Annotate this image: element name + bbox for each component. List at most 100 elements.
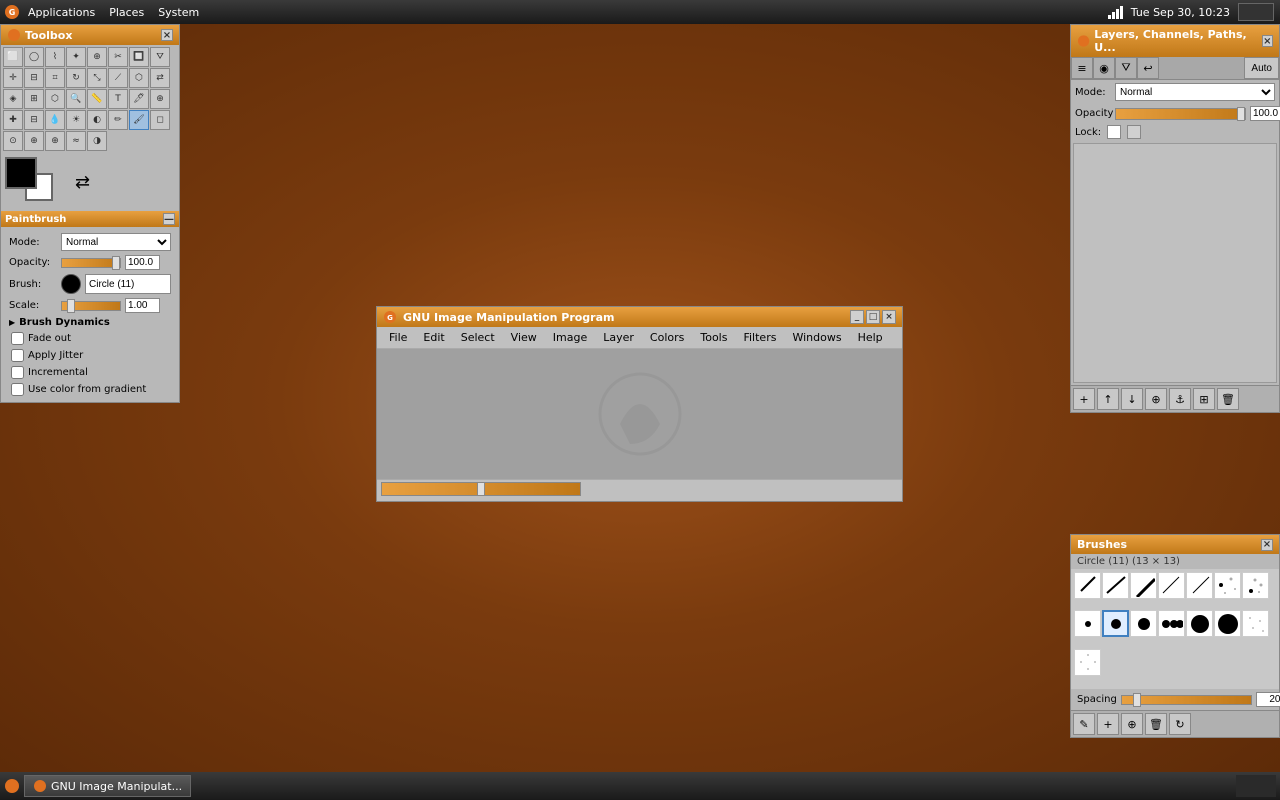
tool-transform[interactable]: ◈ bbox=[3, 89, 23, 109]
anchor-layer-button[interactable]: ⚓ bbox=[1169, 388, 1191, 410]
tool-paths[interactable]: ⛛ bbox=[150, 47, 170, 67]
tool-scale[interactable]: ⤡ bbox=[87, 68, 107, 88]
tool-desaturate[interactable]: ◐ bbox=[87, 110, 107, 130]
spacing-slider[interactable] bbox=[1121, 695, 1252, 705]
layers-opacity-input[interactable] bbox=[1250, 106, 1280, 121]
tool-magnify[interactable]: 🔍 bbox=[66, 89, 86, 109]
layers-opacity-slider[interactable] bbox=[1115, 108, 1246, 120]
incremental-checkbox[interactable] bbox=[11, 366, 24, 379]
tool-ink[interactable]: ✏ bbox=[108, 110, 128, 130]
tool-heal[interactable]: ✚ bbox=[3, 110, 23, 130]
brush-new-button[interactable]: + bbox=[1097, 713, 1119, 735]
minimize-button[interactable]: _ bbox=[850, 310, 864, 324]
tool-free-select[interactable]: ⌇ bbox=[45, 47, 65, 67]
scale-slider[interactable] bbox=[61, 301, 121, 311]
duplicate-layer-button[interactable]: ⊕ bbox=[1145, 388, 1167, 410]
tool-cage[interactable]: ⬡ bbox=[45, 89, 65, 109]
brush-edit-button[interactable]: ✎ bbox=[1073, 713, 1095, 735]
tool-smudge[interactable]: ≈ bbox=[66, 131, 86, 151]
brush-delete-button[interactable]: 🗑 bbox=[1145, 713, 1167, 735]
layers-panel-close[interactable]: × bbox=[1262, 35, 1273, 47]
menu-tools[interactable]: Tools bbox=[692, 329, 735, 346]
brush-refresh-button[interactable]: ↻ bbox=[1169, 713, 1191, 735]
tool-measure[interactable]: 📏 bbox=[87, 89, 107, 109]
tool-rect-select[interactable]: ⬜ bbox=[3, 47, 23, 67]
tool-crop[interactable]: ⌗ bbox=[45, 68, 65, 88]
tool-dodge2[interactable]: ◑ bbox=[87, 131, 107, 151]
gradient-checkbox[interactable] bbox=[11, 383, 24, 396]
tool-foreground-select[interactable]: 🔲 bbox=[129, 47, 149, 67]
lower-layer-button[interactable]: ↓ bbox=[1121, 388, 1143, 410]
menu-filters[interactable]: Filters bbox=[735, 329, 784, 346]
paintbrush-section-close[interactable]: — bbox=[163, 213, 175, 225]
brush-dot2[interactable] bbox=[1242, 572, 1269, 599]
close-button[interactable]: × bbox=[882, 310, 896, 324]
tab-undo-icon[interactable]: ↩ bbox=[1137, 57, 1159, 79]
zoom-slider[interactable] bbox=[381, 482, 581, 496]
tool-clone2[interactable]: ⊕ bbox=[24, 131, 44, 151]
brush-dynamics-toggle[interactable]: ▶ Brush Dynamics bbox=[5, 315, 175, 330]
brush-diag1[interactable] bbox=[1074, 572, 1101, 599]
lock-pixels-checkbox[interactable] bbox=[1107, 125, 1121, 139]
tool-align[interactable]: ⊟ bbox=[24, 68, 44, 88]
tool-perspective[interactable]: ⬡ bbox=[129, 68, 149, 88]
menu-edit[interactable]: Edit bbox=[415, 329, 452, 346]
tool-clone[interactable]: ⊕ bbox=[150, 89, 170, 109]
menu-file[interactable]: File bbox=[381, 329, 415, 346]
tool-move[interactable]: ✛ bbox=[3, 68, 23, 88]
new-layer-button[interactable]: + bbox=[1073, 388, 1095, 410]
tool-heal2[interactable]: ⊕ bbox=[45, 131, 65, 151]
brush-dot1[interactable] bbox=[1214, 572, 1241, 599]
menu-select[interactable]: Select bbox=[453, 329, 503, 346]
delete-layer-button[interactable]: 🗑 bbox=[1217, 388, 1239, 410]
tool-flip[interactable]: ⇄ bbox=[150, 68, 170, 88]
tool-scissors[interactable]: ✂ bbox=[108, 47, 128, 67]
opacity-input[interactable]: 100.0 bbox=[125, 255, 160, 270]
tool-color-select[interactable]: ⊕ bbox=[87, 47, 107, 67]
raise-layer-button[interactable]: ↑ bbox=[1097, 388, 1119, 410]
swap-colors[interactable]: ⇄ bbox=[75, 172, 90, 193]
spacing-input[interactable] bbox=[1256, 692, 1280, 707]
gimp-canvas[interactable] bbox=[377, 349, 902, 479]
mode-select[interactable]: Normal bbox=[61, 233, 171, 251]
foreground-color[interactable] bbox=[5, 157, 37, 189]
tool-warp[interactable]: ⊞ bbox=[24, 89, 44, 109]
brush-name-button[interactable]: Circle (11) bbox=[85, 274, 171, 294]
tool-airbrush[interactable]: ⊙ bbox=[3, 131, 23, 151]
brush-diag5[interactable] bbox=[1186, 572, 1213, 599]
menu-colors[interactable]: Colors bbox=[642, 329, 692, 346]
brush-circle3dots[interactable] bbox=[1158, 610, 1185, 637]
brush-xlcircle[interactable] bbox=[1214, 610, 1241, 637]
lock-alpha-checkbox[interactable] bbox=[1127, 125, 1141, 139]
system-menu[interactable]: System bbox=[152, 4, 205, 21]
tool-shear[interactable]: ⟋ bbox=[108, 68, 128, 88]
apply-jitter-checkbox[interactable] bbox=[11, 349, 24, 362]
tab-layers-icon[interactable]: ≡ bbox=[1071, 57, 1093, 79]
brush-scatter1[interactable] bbox=[1242, 610, 1269, 637]
brush-diag4[interactable] bbox=[1158, 572, 1185, 599]
brush-diag3[interactable] bbox=[1130, 572, 1157, 599]
brush-smallcircle[interactable] bbox=[1074, 610, 1101, 637]
auto-button[interactable]: Auto bbox=[1244, 57, 1279, 79]
opacity-slider[interactable] bbox=[61, 258, 121, 268]
brush-circle13[interactable] bbox=[1130, 610, 1157, 637]
tool-perspective-clone[interactable]: ⊟ bbox=[24, 110, 44, 130]
tool-eraser[interactable]: ◻ bbox=[150, 110, 170, 130]
merge-layer-button[interactable]: ⊞ bbox=[1193, 388, 1215, 410]
menu-help[interactable]: Help bbox=[850, 329, 891, 346]
brushes-panel-close[interactable]: × bbox=[1261, 539, 1273, 551]
menu-view[interactable]: View bbox=[503, 329, 545, 346]
gimp-taskbar-button[interactable]: GNU Image Manipulat... bbox=[24, 775, 191, 797]
menu-layer[interactable]: Layer bbox=[595, 329, 642, 346]
tool-dodge[interactable]: ☀ bbox=[66, 110, 86, 130]
brush-circle11[interactable] bbox=[1102, 610, 1129, 637]
tool-paintbrush[interactable]: 🖌 bbox=[129, 110, 149, 130]
tab-paths-icon[interactable]: ⛛ bbox=[1115, 57, 1137, 79]
tool-ellipse-select[interactable]: ◯ bbox=[24, 47, 44, 67]
paintbrush-section-header[interactable]: Paintbrush — bbox=[1, 211, 179, 227]
brush-scatter2[interactable] bbox=[1074, 649, 1101, 676]
brush-largecircle[interactable] bbox=[1186, 610, 1213, 637]
applications-menu[interactable]: Applications bbox=[22, 4, 101, 21]
tool-text[interactable]: T bbox=[108, 89, 128, 109]
menu-image[interactable]: Image bbox=[545, 329, 595, 346]
